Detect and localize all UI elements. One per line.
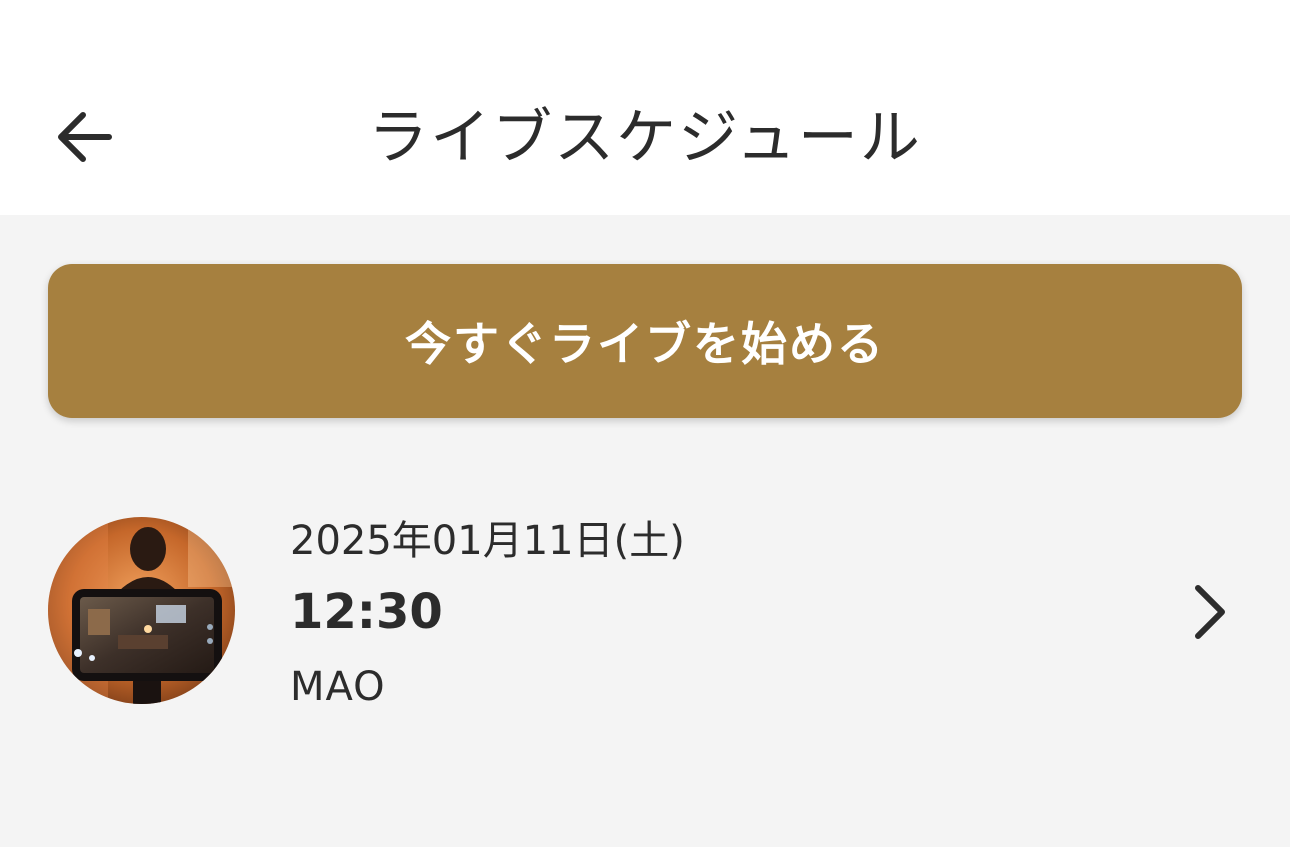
page-title: ライブスケジュール [368, 103, 922, 173]
start-live-button[interactable]: 今すぐライブを始める [48, 264, 1242, 418]
live-schedule-screen: ライブスケジュール 今すぐライブを始める 2025年01月11日(土) 12:3… [0, 0, 1290, 847]
schedule-time: 12:30 [290, 584, 443, 640]
start-live-button-label: 今すぐライブを始める [405, 317, 885, 371]
schedule-list-item[interactable]: 2025年01月11日(土) 12:30 MAO [0, 500, 1290, 720]
schedule-host: MAO [290, 664, 386, 710]
app-header: ライブスケジュール [0, 0, 1290, 215]
camera-streaming-photo [48, 517, 235, 704]
chevron-right-icon [1195, 585, 1225, 639]
live-thumbnail [48, 517, 235, 704]
schedule-date: 2025年01月11日(土) [290, 518, 685, 564]
